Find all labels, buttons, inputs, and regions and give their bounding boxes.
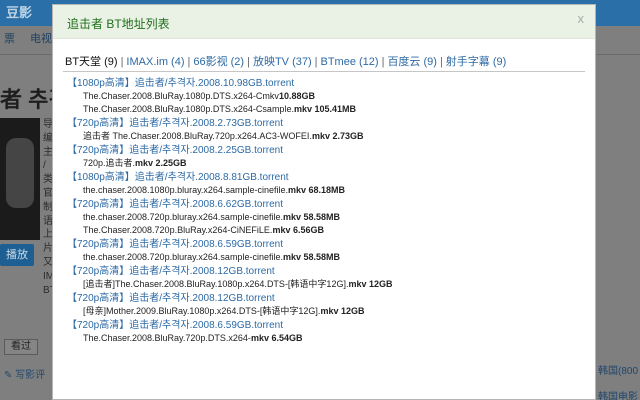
- torrent-list: 【1080p高清】追击者/추격자.2008.10.98GB.torrent Th…: [67, 77, 587, 346]
- write-review-link[interactable]: ✎ 写影评: [4, 366, 45, 381]
- tab-separator: |: [439, 56, 443, 68]
- torrent-link[interactable]: 【720p高清】追击者/추격자.2008.6.59GB.torrent: [67, 319, 587, 332]
- file-size: mkv 6.54GB: [250, 333, 303, 343]
- file-size: mkv 6.56GB: [272, 225, 324, 235]
- pencil-icon: ✎: [4, 370, 13, 381]
- file-name: The.Chaser.2008.BluRay.720p.DTS.x264-: [83, 333, 251, 343]
- torrent-link[interactable]: 【720p高清】追击者/추격자.2008.6.62GB.torrent: [67, 198, 587, 211]
- torrent-file: the.chaser.2008.720p.bluray.x264.sample-…: [67, 251, 587, 264]
- torrent-item: 【720p高清】追击者/추격자.2008.6.59GB.torrent the.…: [67, 238, 587, 264]
- torrent-item: 【720p高清】追击者/추격자.2008.2.73GB.torrent 追击者 …: [67, 117, 587, 143]
- torrent-item: 【720p高清】追击者/추격자.2008.6.62GB.torrent the.…: [67, 198, 587, 237]
- dialog-header: 追击者 BT地址列表 x: [53, 5, 595, 39]
- file-name: The.Chaser.2008.720p.BluRay.x264-CiNEFiL…: [83, 225, 273, 235]
- write-review-label: 写影评: [15, 370, 46, 381]
- file-name: the.chaser.2008.720p.bluray.x264.sample-…: [83, 252, 283, 262]
- file-size: mkv 105.41MB: [293, 104, 356, 114]
- file-size: mkv 2.25GB: [135, 158, 187, 168]
- related-link[interactable]: 韩国电影: [598, 388, 638, 400]
- watched-button[interactable]: 看过: [4, 339, 38, 355]
- file-name: The.Chaser.2008.BluRay.1080p.DTS.x264-Cs…: [83, 104, 294, 114]
- torrent-item: 【1080p高清】追击者/추격자.2008.8.81GB.torrent the…: [67, 171, 587, 197]
- torrent-item: 【720p高清】追击者/추격자.2008.2.25GB.torrent 720p…: [67, 144, 587, 170]
- tabs-divider: [63, 71, 585, 72]
- source-tab-baiduyun[interactable]: 百度云 (9): [387, 56, 437, 68]
- source-tabs: BT天堂 (9) | IMAX.im (4) | 66影视 (2) | 放映TV (37) |…: [65, 53, 585, 71]
- movie-poster[interactable]: [0, 118, 40, 240]
- related-link[interactable]: 韩国(800: [598, 362, 638, 377]
- file-name: the.chaser.2008.720p.bluray.x264.sample-…: [83, 212, 283, 222]
- torrent-file: the.chaser.2008.1080p.bluray.x264.sample…: [67, 184, 587, 197]
- source-tab-66ys[interactable]: 66影视 (2): [193, 56, 244, 68]
- site-logo: 豆影: [6, 5, 33, 20]
- torrent-file: [母亲]Mother.2009.BluRay.1080p.x264.DTS-[韩…: [67, 305, 587, 318]
- source-tab-imax[interactable]: IMAX.im (4): [126, 56, 184, 68]
- torrent-file: 追击者 The.Chaser.2008.BluRay.720p.x264.AC3…: [67, 130, 587, 143]
- file-size: mkv 58.58MB: [282, 252, 341, 262]
- torrent-link[interactable]: 【720p高清】追击者/추격자.2008.2.73GB.torrent: [67, 117, 587, 130]
- file-name: the.chaser.2008.1080p.bluray.x264.sample…: [83, 185, 288, 195]
- source-tab-bttiantang[interactable]: BT天堂 (9): [65, 56, 118, 68]
- torrent-item: 【720p高清】追击者/추격자.2008.12GB.torrent [母亲]Mo…: [67, 292, 587, 318]
- torrent-file: 720p.追击者.mkv 2.25GB: [67, 157, 587, 170]
- source-tab-subtitles[interactable]: 射手字幕 (9): [446, 56, 507, 68]
- torrent-file: [追击者]The.Chaser.2008.BluRay.1080p.x264.D…: [67, 278, 587, 291]
- torrent-link[interactable]: 【1080p高清】追击者/추격자.2008.10.98GB.torrent: [67, 77, 587, 90]
- tab-separator: |: [187, 56, 191, 68]
- torrent-item: 【720p高清】追击者/추격자.2008.12GB.torrent [追击者]T…: [67, 265, 587, 291]
- file-size: mkv 68.18MB: [287, 185, 346, 195]
- source-tab-btmee[interactable]: BTmee (12): [321, 56, 379, 68]
- file-name: 追击者 The.Chaser.2008.BluRay.720p.x264.AC3…: [83, 131, 312, 141]
- file-size: mkv 12GB: [348, 279, 393, 289]
- file-name: The.Chaser.2008.BluRay.1080p.DTS.x264-Cm…: [83, 91, 279, 101]
- tab-separator: |: [120, 56, 124, 68]
- file-size: mkv 2.73GB: [311, 131, 364, 141]
- torrent-item: 【720p高清】追击者/추격자.2008.6.59GB.torrent The.…: [67, 319, 587, 345]
- play-button[interactable]: 播放: [0, 244, 34, 266]
- source-tab-fangying[interactable]: 放映TV (37): [253, 56, 312, 68]
- torrent-file: the.chaser.2008.720p.bluray.x264.sample-…: [67, 211, 587, 224]
- torrent-link[interactable]: 【720p高清】追击者/추격자.2008.12GB.torrent: [67, 292, 587, 305]
- torrent-file: The.Chaser.2008.720p.BluRay.x264-CiNEFiL…: [67, 224, 587, 237]
- bt-list-dialog: 追击者 BT地址列表 x BT天堂 (9) | IMAX.im (4) | 66影视 (…: [52, 4, 596, 400]
- torrent-file: The.Chaser.2008.BluRay.1080p.DTS.x264-Cm…: [67, 90, 587, 103]
- file-size: 10.88GB: [278, 91, 315, 101]
- nav-item-tickets[interactable]: 票: [4, 30, 15, 46]
- tab-separator: |: [247, 56, 250, 68]
- dialog-title: 追击者 BT地址列表: [67, 17, 170, 31]
- file-name: [母亲]Mother.2009.BluRay.1080p.x264.DTS-[韩…: [83, 306, 321, 316]
- tab-separator: |: [381, 56, 385, 68]
- file-name: 720p.追击者.: [83, 158, 136, 168]
- torrent-link[interactable]: 【720p高清】追击者/추격자.2008.2.25GB.torrent: [67, 144, 587, 157]
- torrent-link[interactable]: 【720p高清】追击者/추격자.2008.12GB.torrent: [67, 265, 587, 278]
- torrent-file: The.Chaser.2008.BluRay.1080p.DTS.x264-Cs…: [67, 103, 587, 116]
- close-icon[interactable]: x: [578, 11, 585, 26]
- file-name: [追击者]The.Chaser.2008.BluRay.1080p.x264.D…: [83, 279, 349, 289]
- file-size: mkv 58.58MB: [282, 212, 341, 222]
- file-size: mkv 12GB: [320, 306, 365, 316]
- torrent-link[interactable]: 【720p高清】追击者/추격자.2008.6.59GB.torrent: [67, 238, 587, 251]
- torrent-link[interactable]: 【1080p高清】追击者/추격자.2008.8.81GB.torrent: [67, 171, 587, 184]
- torrent-file: The.Chaser.2008.BluRay.720p.DTS.x264-mkv…: [67, 332, 587, 345]
- torrent-item: 【1080p高清】追击者/추격자.2008.10.98GB.torrent Th…: [67, 77, 587, 116]
- tab-separator: |: [314, 56, 318, 68]
